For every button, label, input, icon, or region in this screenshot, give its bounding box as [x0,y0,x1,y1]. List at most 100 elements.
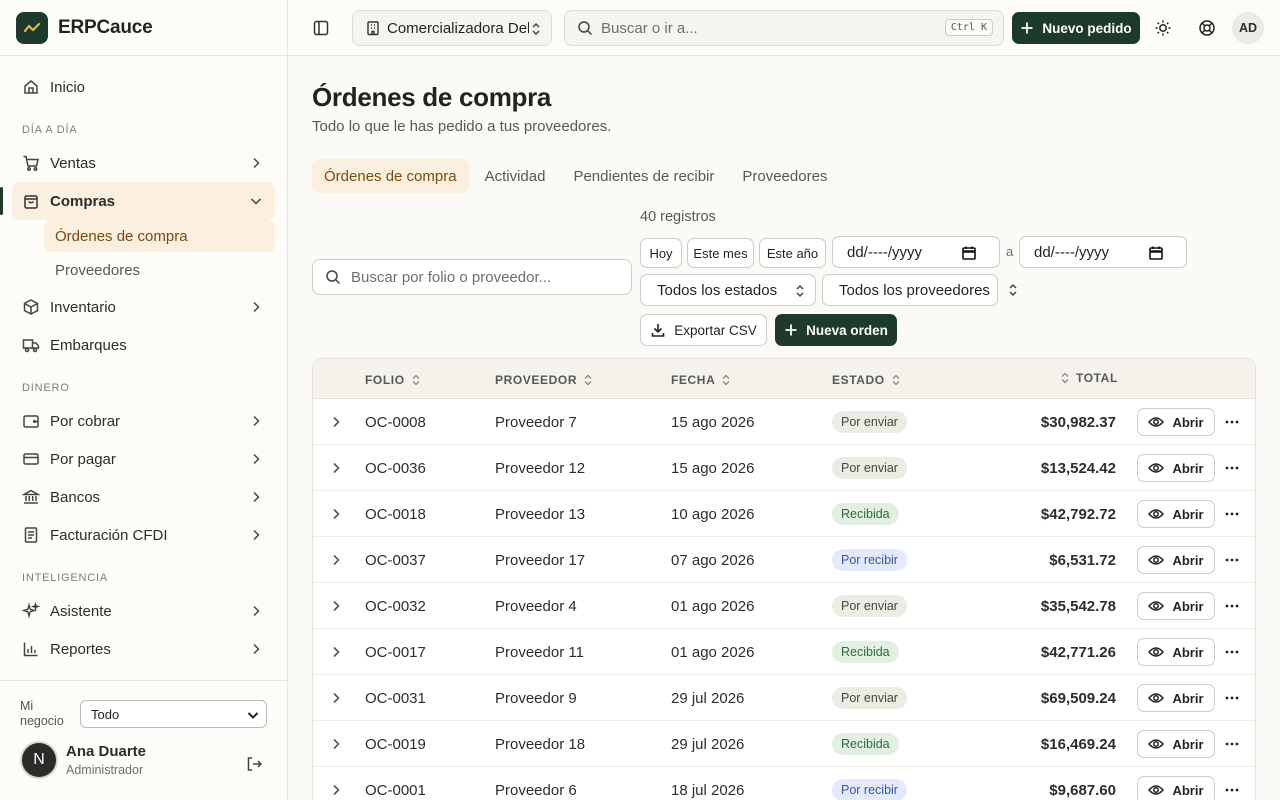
table-row[interactable]: OC-0031 Proveedor 9 29 jul 2026 Por enviar $… [313,675,1255,721]
tab-actividad[interactable]: Actividad [473,159,558,193]
filter-hoy-button[interactable]: Hoy [640,238,682,268]
table-row[interactable]: OC-0032 Proveedor 4 01 ago 2026 Por enviar $… [313,583,1255,629]
table-row[interactable]: OC-0018 Proveedor 13 10 ago 2026 Recibida $4… [313,491,1255,537]
sort-icon [1061,372,1069,384]
cell-proveedor: Proveedor 17 [495,552,586,569]
date-from-input[interactable]: dd/----/yyyy [832,236,1000,268]
sidebar-item-embarques[interactable]: Embarques [12,326,275,364]
supplier-select[interactable]: Todos los proveedores [822,274,998,306]
open-order-button[interactable]: Abrir [1137,730,1215,758]
export-csv-label: Exportar CSV [674,322,757,338]
tab-ordenes[interactable]: Órdenes de compra [312,159,469,193]
chevron-right-icon[interactable] [329,645,343,659]
shopping-bag-icon [22,192,40,210]
sidebar-footer: Mi negocio Todo N Ana Duarte Administrad… [0,680,287,800]
chevron-right-icon[interactable] [329,415,343,429]
sidebar-subitem-proveedores[interactable]: Proveedores [44,254,275,286]
open-order-button[interactable]: Abrir [1137,638,1215,666]
more-options-icon[interactable] [1225,604,1239,608]
global-search[interactable]: Buscar o ir a... Ctrl K [564,10,1004,46]
user-avatar[interactable]: N [20,741,58,779]
chevron-right-icon[interactable] [329,507,343,521]
sidebar-subitem-ordenes[interactable]: Órdenes de compra [44,220,275,252]
open-order-button[interactable]: Abrir [1137,592,1215,620]
sidebar-item-inicio[interactable]: Inicio [12,68,275,106]
sidebar-item-por-cobrar[interactable]: Por cobrar [12,402,275,440]
table-row[interactable]: OC-0019 Proveedor 18 29 jul 2026 Recibida $1… [313,721,1255,767]
column-estado[interactable]: ESTADO [832,373,901,387]
chevron-right-icon [253,301,260,313]
open-order-button[interactable]: Abrir [1137,500,1215,528]
logout-icon[interactable] [245,755,263,773]
date-from-value: dd/----/yyyy [847,243,922,261]
company-switcher[interactable]: Comercializadora Del Norte [352,10,552,46]
cell-folio: OC-0018 [365,506,426,523]
chevron-right-icon[interactable] [329,553,343,567]
table-row[interactable]: OC-0037 Proveedor 17 07 ago 2026 Por recibi… [313,537,1255,583]
column-fecha-label: FECHA [671,373,716,387]
eye-icon [1148,601,1165,611]
sidebar-nav: Inicio DÍA A DÍA Ventas Compras Órdenes … [0,56,287,668]
column-proveedor[interactable]: PROVEEDOR [495,373,593,387]
status-badge: Por enviar [832,595,907,617]
sidebar-item-label: Por pagar [50,450,116,468]
more-options-icon[interactable] [1225,420,1239,424]
more-options-icon[interactable] [1225,696,1239,700]
sidebar-item-reportes[interactable]: Reportes [12,630,275,668]
sidebar-item-ventas[interactable]: Ventas [12,144,275,182]
sidebar-item-label: Compras [50,192,116,210]
more-options-icon[interactable] [1225,558,1239,562]
filter-mes-button[interactable]: Este mes [687,238,754,268]
open-order-button[interactable]: Abrir [1137,776,1215,800]
sidebar-item-compras[interactable]: Compras [0,182,275,220]
new-purchase-order-button[interactable]: Nueva orden [775,314,897,346]
open-order-button[interactable]: Abrir [1137,408,1215,436]
more-options-icon[interactable] [1225,742,1239,746]
open-order-button[interactable]: Abrir [1137,454,1215,482]
sidebar-item-inventario[interactable]: Inventario [12,288,275,326]
sidebar-toggle-icon[interactable] [312,19,330,37]
cell-total: $35,542.78 [1040,598,1116,615]
sidebar-item-bancos[interactable]: Bancos [12,478,275,516]
chevron-right-icon[interactable] [329,783,343,797]
open-order-button[interactable]: Abrir [1137,684,1215,712]
filter-anio-button[interactable]: Este año [759,238,826,268]
column-total[interactable]: TOTAL [1060,371,1118,385]
column-folio[interactable]: FOLIO [365,373,421,387]
status-select-value: Todos los estados [657,281,778,299]
status-badge: Por recibir [832,779,907,800]
open-order-button[interactable]: Abrir [1137,546,1215,574]
table-row[interactable]: OC-0036 Proveedor 12 15 ago 2026 Por enviar… [313,445,1255,491]
chevron-right-icon[interactable] [329,599,343,613]
table-row[interactable]: OC-0001 Proveedor 6 18 jul 2026 Por recibir… [313,767,1255,800]
tab-pendientes[interactable]: Pendientes de recibir [561,159,726,193]
more-options-icon[interactable] [1225,466,1239,470]
help-icon[interactable] [1198,19,1216,37]
user-menu-avatar[interactable]: AD [1232,12,1264,44]
more-options-icon[interactable] [1225,788,1239,792]
sun-icon[interactable] [1154,19,1172,37]
status-select[interactable]: Todos los estados [640,274,816,306]
chevron-right-icon[interactable] [329,737,343,751]
cell-proveedor: Proveedor 18 [495,736,586,753]
date-to-input[interactable]: dd/----/yyyy [1019,236,1187,268]
table-row[interactable]: OC-0017 Proveedor 11 01 ago 2026 Recibida $4… [313,629,1255,675]
tab-proveedores[interactable]: Proveedores [730,159,839,193]
table-row[interactable]: OC-0008 Proveedor 7 15 ago 2026 Por enviar $… [313,399,1255,445]
chevron-right-icon[interactable] [329,461,343,475]
eye-icon [1148,785,1165,795]
sidebar: ERPCauce Inicio DÍA A DÍA Ventas Compras… [0,0,288,800]
business-select[interactable]: Todo [80,700,267,728]
chevron-right-icon[interactable] [329,691,343,705]
export-csv-button[interactable]: Exportar CSV [640,314,767,346]
sidebar-item-asistente[interactable]: Asistente [12,592,275,630]
sidebar-item-por-pagar[interactable]: Por pagar [12,440,275,478]
more-options-icon[interactable] [1225,512,1239,516]
more-options-icon[interactable] [1225,650,1239,654]
cell-fecha: 01 ago 2026 [671,644,755,661]
column-fecha[interactable]: FECHA [671,373,731,387]
new-order-label: Nuevo pedido [1042,20,1132,36]
sidebar-item-facturacion[interactable]: Facturación CFDI [12,516,275,554]
new-order-button[interactable]: Nuevo pedido [1012,12,1140,44]
order-search-input[interactable]: Buscar por folio o proveedor... [312,259,632,295]
